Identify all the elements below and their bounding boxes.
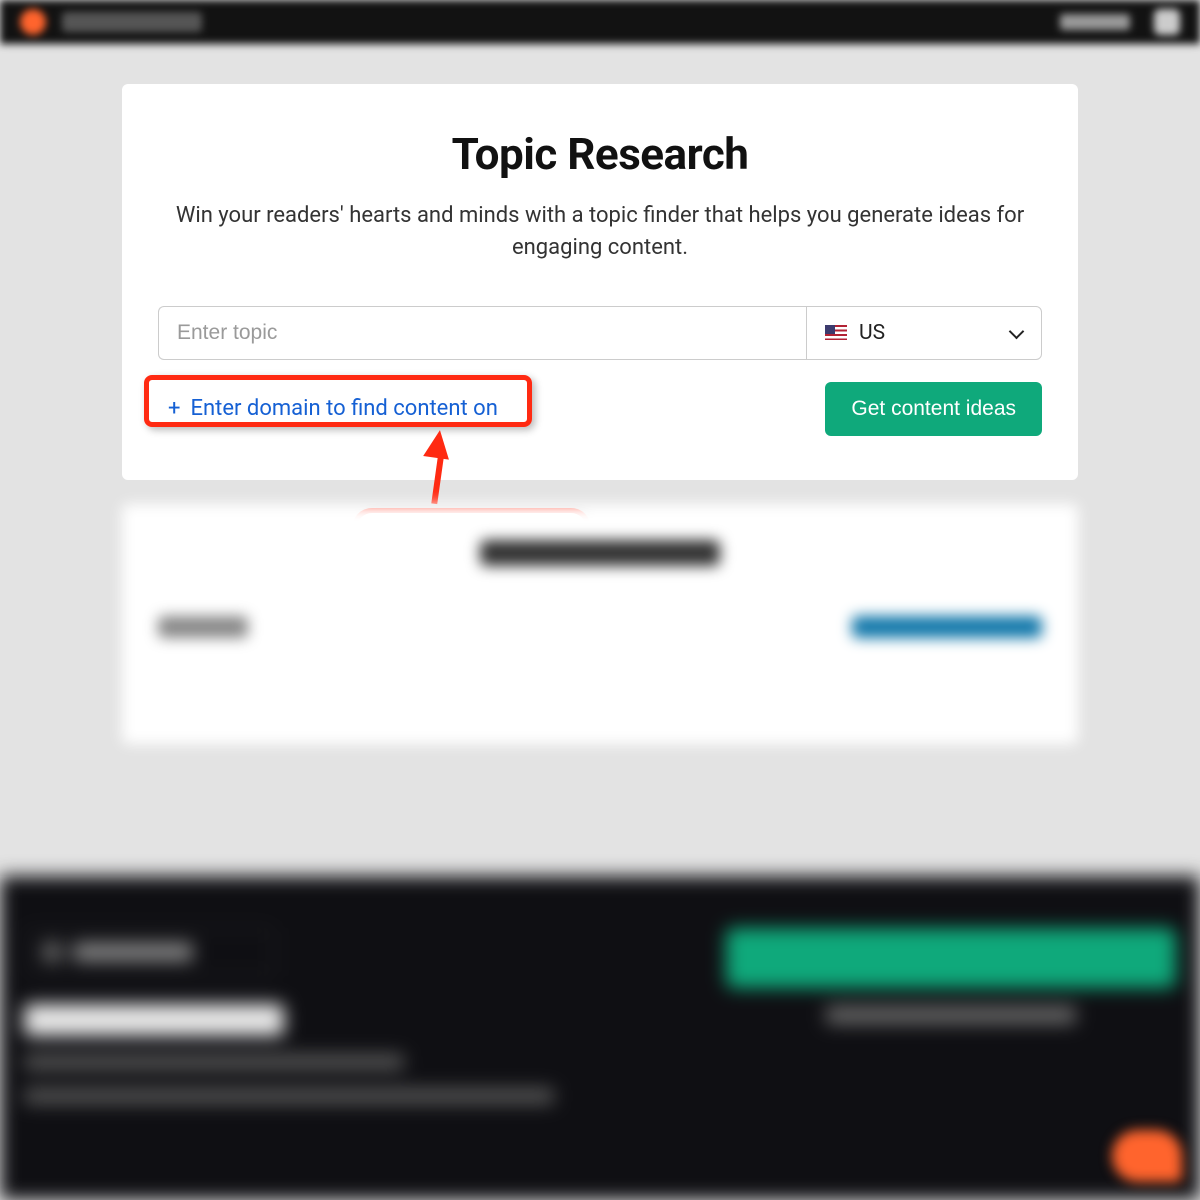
search-row: US	[158, 306, 1042, 360]
footer-address-line-2	[24, 1088, 554, 1104]
action-row: + Enter domain to find content on Get co…	[158, 382, 1042, 436]
recent-search-link[interactable]	[852, 616, 1042, 638]
chat-widget-icon[interactable]	[1112, 1130, 1182, 1182]
user-avatar[interactable]	[1154, 9, 1180, 35]
us-flag-icon	[825, 325, 847, 340]
topic-input[interactable]	[158, 306, 806, 360]
recent-searches-heading	[480, 540, 720, 566]
top-navigation	[0, 0, 1200, 44]
plus-icon: +	[168, 396, 180, 421]
country-label: US	[859, 321, 997, 345]
footer-address-line-1	[24, 1054, 404, 1070]
footer-sublink[interactable]	[826, 1006, 1076, 1024]
footer-phone	[24, 1004, 284, 1036]
page-title: Topic Research	[158, 128, 1042, 180]
get-content-ideas-button[interactable]: Get content ideas	[825, 382, 1042, 436]
footer-locale-select[interactable]	[24, 928, 274, 976]
brand-name	[62, 12, 202, 32]
topic-research-card: Topic Research Win your readers' hearts …	[122, 84, 1078, 480]
brand-logo-icon	[20, 9, 46, 35]
enter-domain-link[interactable]: + Enter domain to find content on	[158, 388, 508, 429]
footer-locale-label	[73, 943, 193, 961]
enter-domain-label: Enter domain to find content on	[190, 396, 497, 421]
chevron-down-icon	[1009, 326, 1023, 340]
page-subtitle: Win your readers' hearts and minds with …	[170, 200, 1030, 264]
globe-icon	[41, 941, 63, 963]
country-select[interactable]: US	[806, 306, 1042, 360]
recent-searches-card	[122, 504, 1078, 744]
recent-search-item[interactable]	[158, 616, 248, 638]
site-footer	[0, 876, 1200, 1200]
page-background: Topic Research Win your readers' hearts …	[0, 44, 1200, 876]
nav-menu[interactable]	[1060, 14, 1130, 30]
footer-cta-button[interactable]	[726, 928, 1176, 988]
